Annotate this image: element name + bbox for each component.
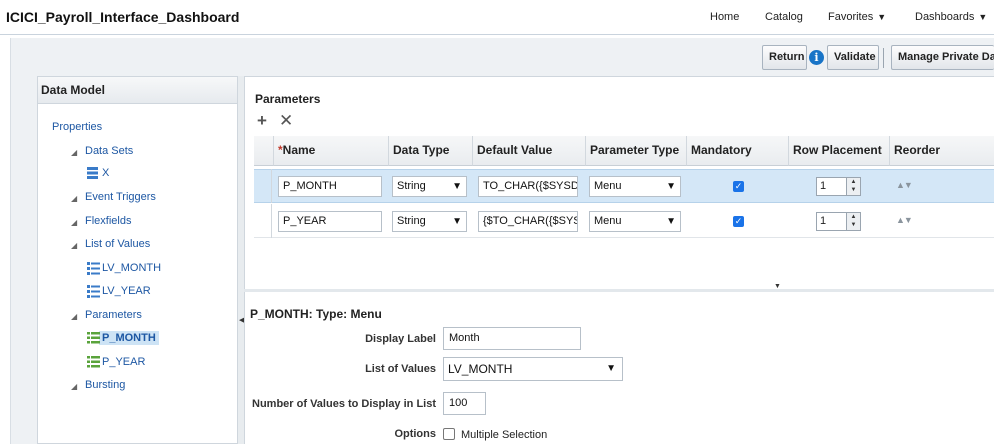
column-header-name-label: Name xyxy=(282,143,316,157)
return-button[interactable]: Return xyxy=(762,45,807,70)
multiple-selection-label: Multiple Selection xyxy=(461,429,548,441)
dropdown-arrow-icon: ▼ xyxy=(666,216,676,227)
expand-triangle-icon[interactable]: ◢ xyxy=(71,382,77,391)
row-placement-spinner[interactable]: 1 ▲ ▼ xyxy=(816,177,861,196)
column-header-data-type[interactable]: Data Type xyxy=(389,136,473,166)
default-value-input[interactable]: TO_CHAR({$SYSD xyxy=(478,176,578,197)
list-of-values-icon xyxy=(87,262,100,275)
row-selector[interactable] xyxy=(254,169,272,203)
nav-favorites-label: Favorites xyxy=(828,11,874,23)
column-header-name[interactable]: *Name xyxy=(274,136,389,166)
tree-item-event-triggers[interactable]: Event Triggers xyxy=(85,191,156,203)
tree-item-data-sets[interactable]: Data Sets xyxy=(85,145,133,157)
tree-item-lov-year[interactable]: LV_YEAR xyxy=(102,285,151,297)
spinner-arrows-icon[interactable]: ▲ ▼ xyxy=(846,178,860,195)
caret-down-icon: ▼ xyxy=(877,12,887,22)
mandatory-checkbox[interactable]: ✓ xyxy=(733,181,744,192)
tree-item-parameters[interactable]: Parameters xyxy=(85,309,142,321)
default-value-input[interactable]: {$TO_CHAR({$SYSD xyxy=(478,211,578,232)
dropdown-arrow-icon: ▼ xyxy=(606,363,616,374)
row-selector[interactable] xyxy=(254,204,272,238)
row-placement-value: 1 xyxy=(820,180,827,192)
manage-private-data-button[interactable]: Manage Private Dat xyxy=(891,45,994,70)
options-label: Options xyxy=(394,428,436,440)
expand-triangle-icon[interactable]: ◢ xyxy=(71,218,77,227)
parameters-panel xyxy=(244,76,994,444)
column-header-default-value[interactable]: Default Value xyxy=(473,136,586,166)
row-placement-value: 1 xyxy=(820,215,827,227)
caret-down-icon: ▼ xyxy=(978,12,988,22)
expand-triangle-icon[interactable]: ◢ xyxy=(71,312,77,321)
data-type-value: String xyxy=(397,215,426,227)
column-header-reorder[interactable]: Reorder xyxy=(890,136,994,166)
tree-item-param-month[interactable]: P_MONTH xyxy=(102,332,156,344)
tree-item-data-set-x[interactable]: X xyxy=(102,167,109,179)
app-title: ICICI_Payroll_Interface_Dashboard xyxy=(6,9,240,25)
reorder-arrows-icon[interactable]: ▲▼ xyxy=(896,215,913,225)
detail-title: P_MONTH: Type: Menu xyxy=(250,307,382,321)
parameter-type-select[interactable]: Menu ▼ xyxy=(589,176,681,197)
grid-row-header xyxy=(254,136,274,166)
data-type-value: String xyxy=(397,180,426,192)
dropdown-arrow-icon: ▼ xyxy=(666,181,676,192)
display-label-input[interactable]: Month xyxy=(443,327,581,350)
list-of-values-label: List of Values xyxy=(365,363,436,375)
num-values-label: Number of Values to Display in List xyxy=(252,398,436,410)
expand-triangle-icon[interactable]: ◢ xyxy=(71,241,77,250)
nav-home-link[interactable]: Home xyxy=(710,11,739,23)
data-type-select[interactable]: String ▼ xyxy=(392,211,467,232)
num-values-input[interactable]: 100 xyxy=(443,392,486,415)
toolbar-separator xyxy=(883,48,884,68)
tree-item-list-of-values[interactable]: List of Values xyxy=(85,238,150,250)
data-type-select[interactable]: String ▼ xyxy=(392,176,467,197)
dropdown-arrow-icon: ▼ xyxy=(452,216,462,227)
multiple-selection-checkbox[interactable] xyxy=(443,428,455,440)
list-of-values-icon xyxy=(87,285,100,298)
data-model-header: Data Model xyxy=(38,77,237,104)
column-header-parameter-type[interactable]: Parameter Type xyxy=(586,136,687,166)
list-of-values-value: LV_MONTH xyxy=(448,362,513,376)
parameter-type-value: Menu xyxy=(594,180,622,192)
dropdown-arrow-icon: ▼ xyxy=(452,181,462,192)
parameter-icon xyxy=(87,356,100,368)
tree-item-param-year[interactable]: P_YEAR xyxy=(102,356,145,368)
expand-triangle-icon[interactable]: ◢ xyxy=(71,148,77,157)
column-header-row-placement[interactable]: Row Placement xyxy=(789,136,890,166)
header-divider xyxy=(0,34,994,35)
expand-triangle-icon[interactable]: ◢ xyxy=(71,194,77,203)
tree-item-flexfields[interactable]: Flexfields xyxy=(85,215,131,227)
parameter-icon xyxy=(87,332,100,344)
parameter-type-select[interactable]: Menu ▼ xyxy=(589,211,681,232)
parameter-type-value: Menu xyxy=(594,215,622,227)
name-input[interactable]: P_YEAR xyxy=(278,211,382,232)
list-of-values-select[interactable]: LV_MONTH ▼ xyxy=(443,357,623,381)
column-header-mandatory[interactable]: Mandatory xyxy=(687,136,789,166)
mandatory-checkbox[interactable]: ✓ xyxy=(733,216,744,227)
spinner-arrows-icon[interactable]: ▲ ▼ xyxy=(846,213,860,230)
tree-item-properties[interactable]: Properties xyxy=(52,121,102,133)
tree-item-lov-month[interactable]: LV_MONTH xyxy=(102,262,161,274)
parameters-title: Parameters xyxy=(255,92,321,106)
display-label-label: Display Label xyxy=(365,333,436,345)
validate-button[interactable]: Validate xyxy=(827,45,879,70)
tree-item-bursting[interactable]: Bursting xyxy=(85,379,125,391)
nav-dashboards-label: Dashboards xyxy=(915,11,975,23)
data-model-title: Data Model xyxy=(41,83,106,97)
nav-favorites-menu[interactable]: Favorites ▼ xyxy=(828,11,886,23)
dataset-icon xyxy=(87,167,98,179)
collapse-down-icon[interactable]: ▼ xyxy=(774,283,781,290)
row-placement-spinner[interactable]: 1 ▲ ▼ xyxy=(816,212,861,231)
delete-icon[interactable]: ✕ xyxy=(279,112,293,130)
name-input[interactable]: P_MONTH xyxy=(278,176,382,197)
nav-catalog-link[interactable]: Catalog xyxy=(765,11,803,23)
reorder-arrows-icon[interactable]: ▲▼ xyxy=(896,180,913,190)
horizontal-splitter[interactable] xyxy=(244,289,994,292)
info-icon[interactable]: i xyxy=(809,50,824,65)
add-icon[interactable]: + xyxy=(257,112,267,130)
nav-dashboards-menu[interactable]: Dashboards ▼ xyxy=(915,11,987,23)
